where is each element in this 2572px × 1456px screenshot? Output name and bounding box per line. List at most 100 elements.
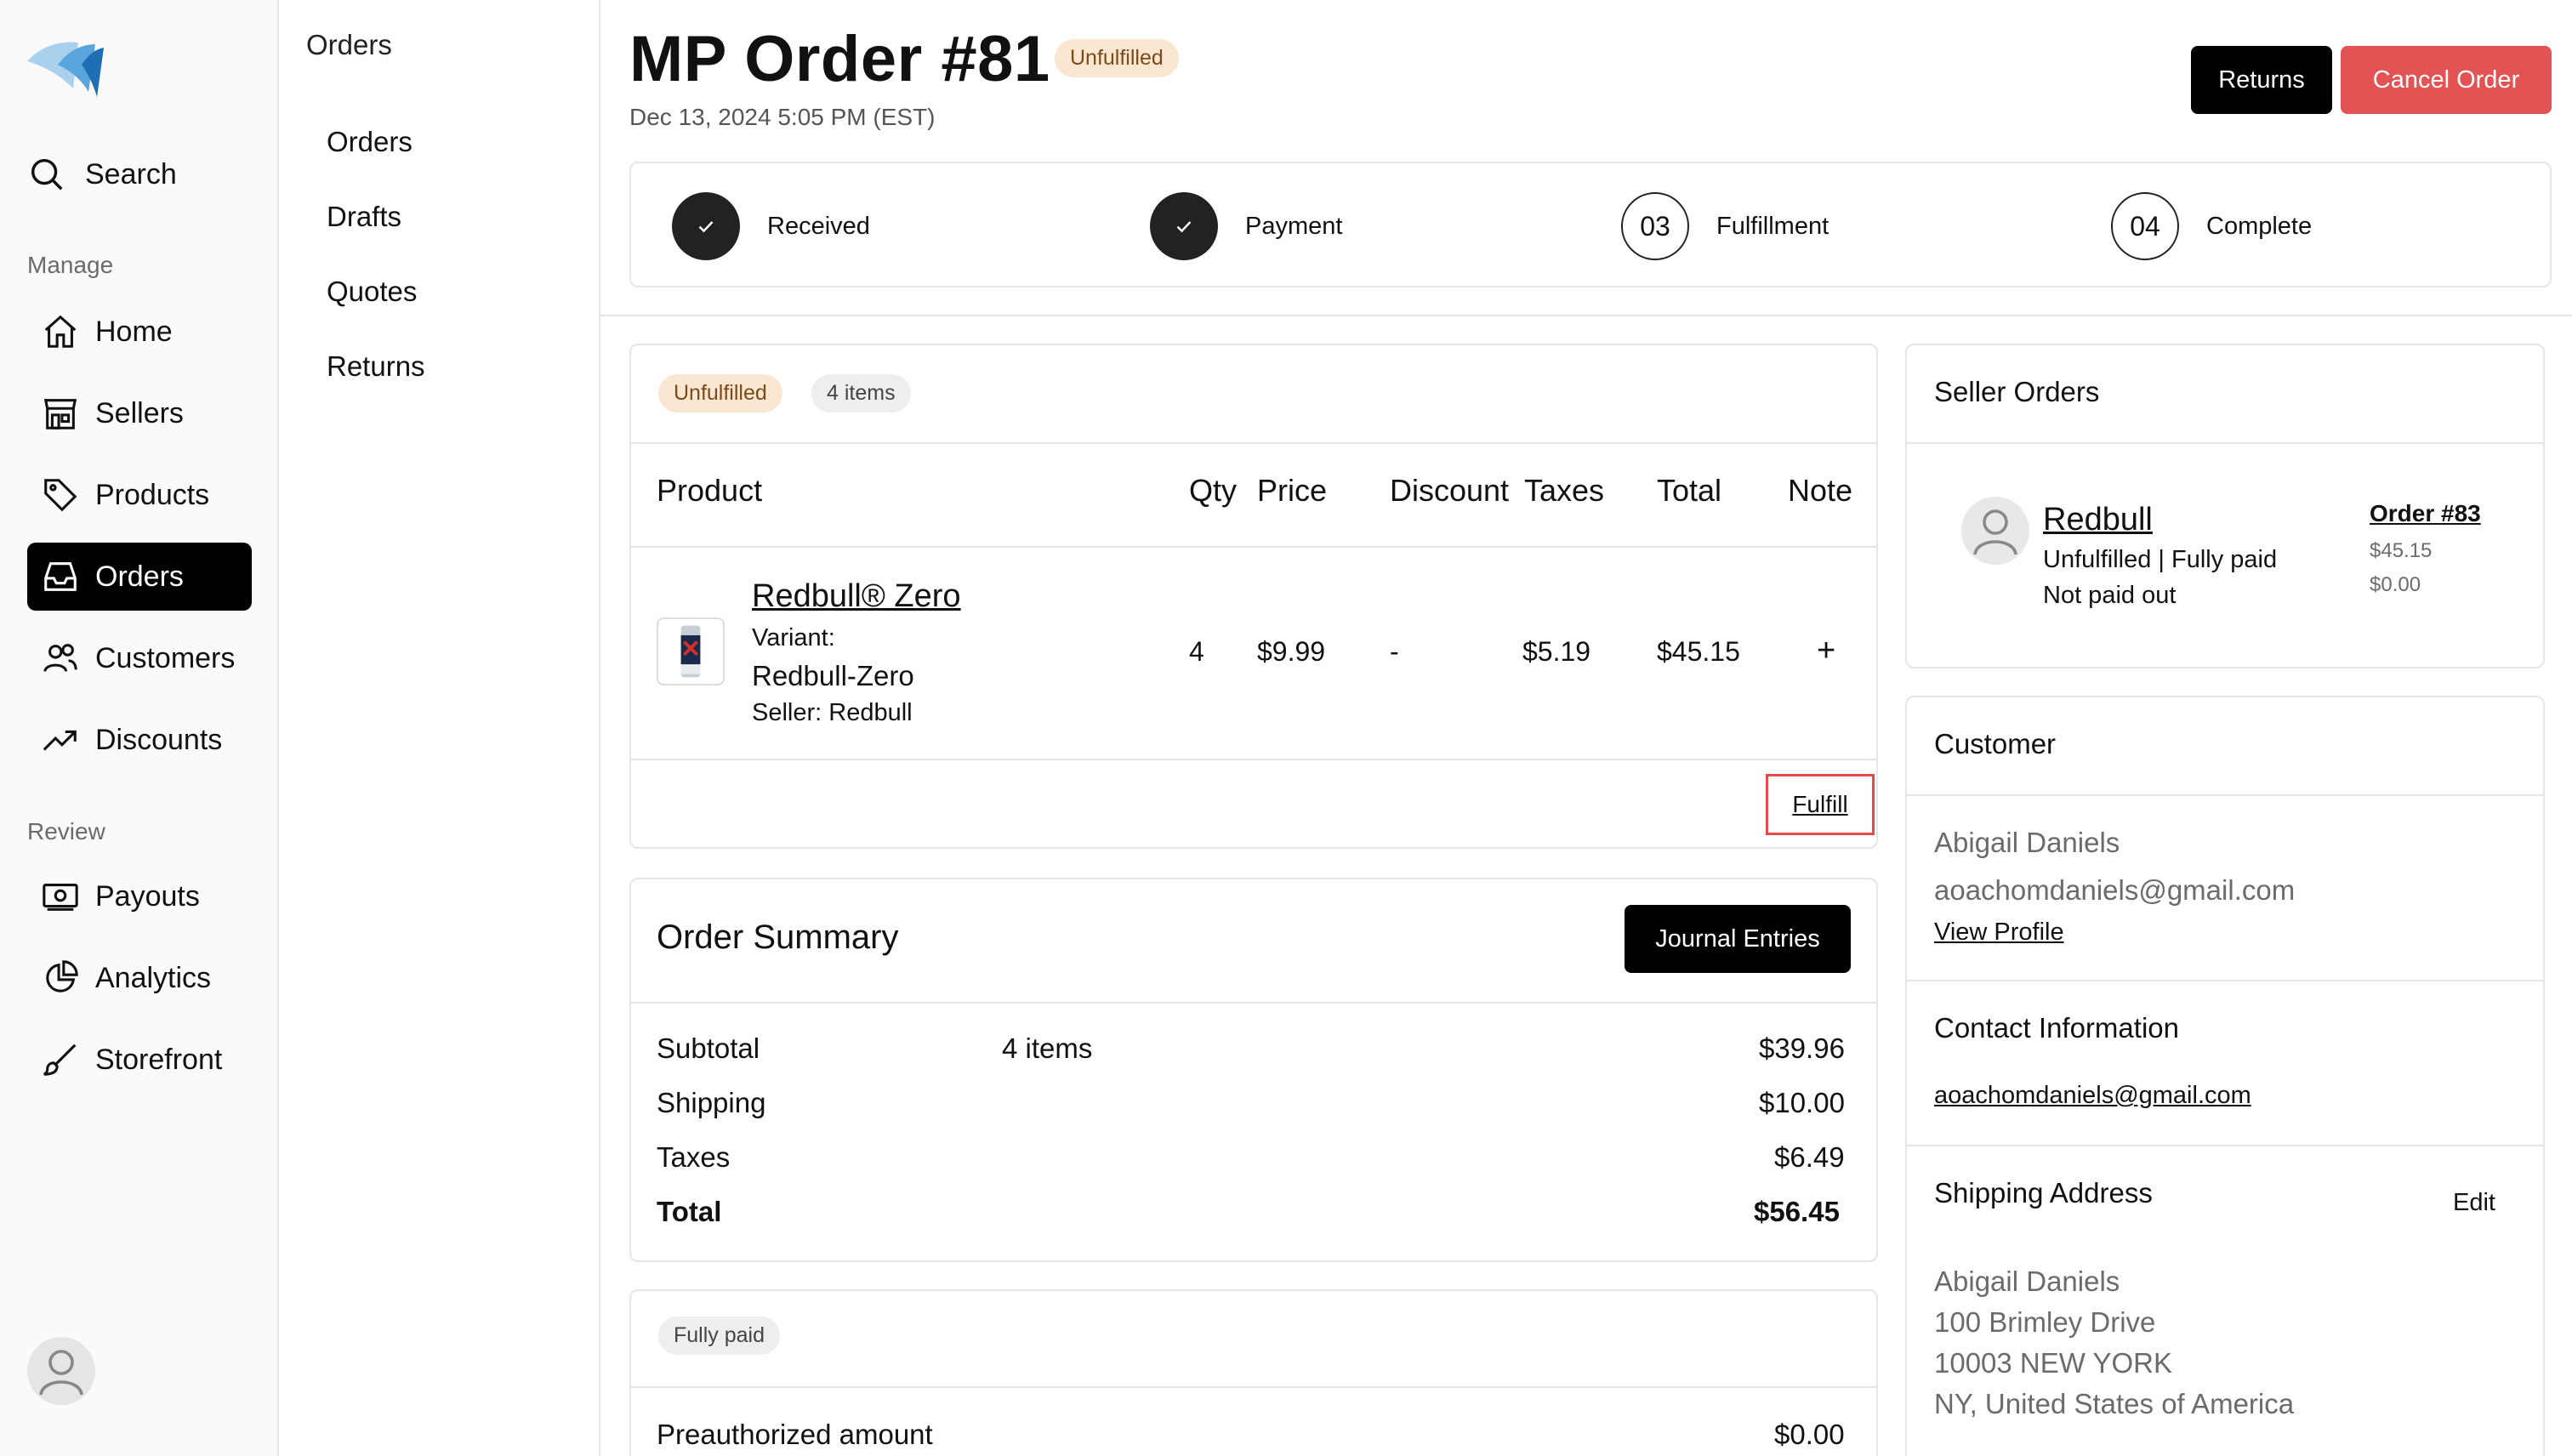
sidebar-item-payouts[interactable]: Payouts [27,862,252,930]
user-icon [39,1350,83,1396]
returns-button[interactable]: Returns [2191,46,2332,114]
sidebar-item-analytics[interactable]: Analytics [27,944,252,1012]
subnav-item-quotes[interactable]: Quotes [327,276,417,308]
users-icon [43,644,77,672]
divider [1907,1145,2543,1146]
divider [1907,442,2543,444]
sidebar-item-label: Orders [95,560,184,593]
sidebar-item-label: Products [95,478,210,511]
manage-section-label: Manage [27,252,114,278]
sidebar-item-label: Sellers [95,396,184,429]
sidebar-item-storefront[interactable]: Storefront [27,1026,252,1094]
address-line: NY, United States of America [1934,1388,2295,1419]
step-label: Received [767,212,870,240]
subnav-item-drafts[interactable]: Drafts [327,201,401,233]
divider [631,1002,1876,1004]
tag-icon [44,479,77,512]
item-discount: - [1390,636,1399,667]
taxes-value: $6.49 [1774,1141,1845,1173]
preauthorized-label: Preauthorized amount [657,1419,933,1450]
order-status-badge: Unfulfilled [1055,39,1179,77]
variant-label: Variant: [752,624,835,651]
view-profile-link[interactable]: View Profile [1934,919,2064,947]
divider [631,759,1876,760]
sidebar-search[interactable]: Search [27,136,257,213]
subtotal-label: Subtotal [657,1032,760,1064]
orders-subnav: Orders Orders Drafts Quotes Returns [279,0,600,1456]
subnav-item-returns[interactable]: Returns [327,350,425,383]
shipping-value: $10.00 [1759,1087,1845,1118]
column-header-taxes: Taxes [1524,473,1605,508]
product-name-link[interactable]: Redbull® Zero [752,578,961,615]
journal-entries-button[interactable]: Journal Entries [1625,905,1851,973]
user-avatar[interactable] [27,1337,95,1405]
item-total: $45.15 [1657,636,1740,667]
column-header-price: Price [1257,473,1328,508]
sidebar-item-discounts[interactable]: Discounts [27,706,252,774]
main-sidebar: Search Manage Home Sellers Products Orde… [0,0,279,1456]
divider [631,546,1876,548]
customer-name: Abigail Daniels [1934,827,2120,858]
total-value: $56.45 [1754,1196,1840,1227]
check-icon [1150,192,1218,260]
add-note-icon[interactable]: + [1817,633,1835,669]
column-header-total: Total [1657,473,1722,508]
address-line: Abigail Daniels [1934,1265,2120,1297]
sidebar-item-label: Discounts [95,723,223,756]
item-count-badge: 4 items [811,374,911,412]
subtotal-detail: 4 items [1002,1032,1093,1064]
sidebar-item-label: Storefront [95,1043,223,1076]
sidebar-item-orders[interactable]: Orders [27,543,252,611]
step-received: Received [672,192,870,260]
step-label: Fulfillment [1716,212,1829,240]
sidebar-item-label: Customers [95,641,236,674]
step-number: 03 [1621,192,1689,260]
shipping-address-title: Shipping Address [1934,1177,2153,1209]
product-image [657,617,725,685]
step-number: 04 [2111,192,2179,260]
taxes-label: Taxes [657,1141,731,1173]
step-label: Payment [1245,212,1343,240]
seller-label: Seller: Redbull [752,699,913,726]
seller-order-status: Unfulfilled | Fully paid [2043,546,2278,573]
sidebar-item-label: Home [95,315,173,348]
brush-icon [43,1044,77,1076]
column-header-discount: Discount [1390,473,1510,508]
sidebar-item-label: Payouts [95,879,200,913]
step-complete: 04 Complete [2111,192,2312,260]
user-icon [1973,509,2017,555]
sidebar-item-home[interactable]: Home [27,298,252,366]
cancel-order-button[interactable]: Cancel Order [2341,46,2552,114]
app-logo[interactable] [26,36,104,102]
sidebar-search-label: Search [85,157,177,191]
sidebar-item-customers[interactable]: Customers [27,624,252,692]
column-header-note: Note [1788,473,1853,508]
divider [631,442,1876,444]
step-fulfillment: 03 Fulfillment [1621,192,1829,260]
variant-value: Redbull-Zero [752,660,914,691]
item-taxes: $5.19 [1522,636,1591,667]
address-line: 10003 NEW YORK [1934,1347,2173,1379]
contact-email-link[interactable]: aoachomdaniels@gmail.com [1934,1082,2251,1110]
page-title: MP Order #81 [629,23,1050,95]
sidebar-item-products[interactable]: Products [27,461,252,529]
edit-address-button[interactable]: Edit [2453,1189,2495,1217]
seller-order-amount: $45.15 [2370,539,2433,562]
trending-up-icon [43,730,77,751]
divider [1907,980,2543,981]
pie-chart-icon [46,960,78,992]
subnav-item-orders[interactable]: Orders [327,126,413,158]
check-icon [672,192,740,260]
item-price: $9.99 [1257,636,1326,667]
step-label: Complete [2206,212,2313,240]
seller-order-link[interactable]: Order #83 [2370,500,2481,527]
shipping-label: Shipping [657,1087,766,1118]
total-label: Total [657,1196,722,1227]
divider [1907,794,2543,796]
seller-name-link[interactable]: Redbull [2043,502,2153,538]
customer-card [1905,696,2545,1456]
banknote-icon [43,884,78,911]
step-payment: Payment [1150,192,1342,260]
sidebar-item-sellers[interactable]: Sellers [27,379,252,447]
fulfill-button[interactable]: Fulfill [1766,774,1875,835]
